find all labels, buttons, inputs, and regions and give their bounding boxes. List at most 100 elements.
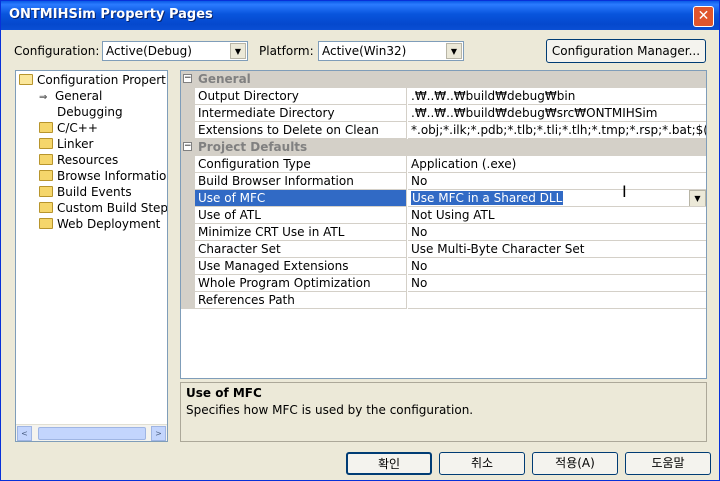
property-row[interactable]: Minimize CRT Use in ATL No [181, 224, 706, 241]
category-label: Project Defaults [195, 139, 706, 156]
description-text: Specifies how MFC is used by the configu… [186, 403, 474, 417]
apply-button[interactable]: 적용(A) [532, 452, 618, 475]
property-value[interactable]: No [408, 258, 706, 275]
ok-button[interactable]: 확인 [346, 452, 432, 475]
chevron-down-icon[interactable]: ▼ [689, 190, 706, 206]
property-name: References Path [195, 292, 407, 309]
property-row[interactable]: Build Browser Information No [181, 173, 706, 190]
folder-icon [39, 154, 53, 165]
tree-item-label: Web Deployment [57, 217, 161, 231]
property-name: Configuration Type [195, 156, 407, 173]
title-bar[interactable]: ONTMIHSim Property Pages ✕ [1, 1, 719, 30]
arrow-icon: ⇒ [39, 92, 48, 103]
description-panel: Use of MFC Specifies how MFC is used by … [180, 382, 707, 442]
close-button[interactable]: ✕ [693, 6, 714, 27]
property-grid[interactable]: − General Output Directory .₩..₩..₩build… [180, 70, 707, 379]
tree-item-label: Custom Build Step [57, 201, 168, 215]
tree-item-resources[interactable]: Resources [39, 153, 118, 169]
property-name: Use Managed Extensions [195, 258, 407, 275]
property-value[interactable]: .₩..₩..₩build₩debug₩bin [408, 88, 706, 105]
tree-item-label: Build Events [57, 185, 132, 199]
tree-item-label: Linker [57, 137, 94, 151]
tree-item-label: Browse Information [57, 169, 168, 183]
property-row[interactable]: Intermediate Directory .₩..₩..₩build₩deb… [181, 105, 706, 122]
folder-icon [39, 122, 53, 133]
property-row[interactable]: Whole Program Optimization No [181, 275, 706, 292]
collapse-icon[interactable]: − [183, 74, 192, 83]
property-name: Build Browser Information [195, 173, 407, 190]
help-button[interactable]: 도움말 [625, 452, 711, 475]
folder-icon [39, 202, 53, 213]
tree-item-debugging[interactable]: Debugging [57, 105, 123, 121]
tree-item-build-events[interactable]: Build Events [39, 185, 132, 201]
tree-item-label: Resources [57, 153, 119, 167]
category-label: General [195, 71, 706, 88]
tree-item-cpp[interactable]: C/C++ [39, 121, 98, 137]
property-value[interactable] [408, 292, 706, 309]
platform-value: Active(Win32) [322, 44, 407, 58]
chevron-down-icon[interactable]: ▼ [446, 43, 462, 59]
tree-item-linker[interactable]: Linker [39, 137, 93, 153]
tree-item-general[interactable]: ⇒ General [39, 89, 102, 105]
scroll-left-button[interactable]: < [17, 426, 32, 441]
property-row[interactable]: Output Directory .₩..₩..₩build₩debug₩bin [181, 88, 706, 105]
property-value[interactable]: *.obj;*.ilk;*.pdb;*.tlb;*.tli;*.tlh;*.tm… [408, 122, 706, 139]
chevron-down-icon[interactable]: ▼ [230, 43, 246, 59]
folder-icon [39, 170, 53, 181]
tree-horizontal-scrollbar[interactable]: < > [16, 424, 167, 441]
property-name: Whole Program Optimization [195, 275, 407, 292]
property-row-selected[interactable]: Use of MFC Use MFC in a Shared DLL ▼ [181, 190, 706, 207]
property-value[interactable]: Use Multi-Byte Character Set [408, 241, 706, 258]
category-project-defaults[interactable]: − Project Defaults [181, 139, 706, 156]
folder-open-icon [19, 74, 33, 85]
folder-icon [39, 218, 53, 229]
property-row[interactable]: Use of ATL Not Using ATL [181, 207, 706, 224]
text-cursor-icon: I [622, 182, 627, 201]
property-row[interactable]: Extensions to Delete on Clean *.obj;*.il… [181, 122, 706, 139]
property-value[interactable]: Application (.exe) [408, 156, 706, 173]
configuration-label: Configuration: [14, 44, 100, 58]
tree-root-configuration-properties[interactable]: Configuration Propertie [19, 73, 168, 89]
description-title: Use of MFC [186, 386, 262, 400]
property-name: Minimize CRT Use in ATL [195, 224, 407, 241]
property-value[interactable]: No [408, 173, 706, 190]
property-pages-window: ONTMIHSim Property Pages ✕ Configuration… [0, 0, 720, 481]
property-value[interactable]: Not Using ATL [408, 207, 706, 224]
tree-item-browse-information[interactable]: Browse Information [39, 169, 168, 185]
category-tree[interactable]: Configuration Propertie ⇒ General Debuggi… [15, 70, 168, 442]
property-value[interactable]: No [408, 275, 706, 292]
configuration-manager-button[interactable]: Configuration Manager... [546, 39, 706, 63]
platform-label: Platform: [259, 44, 314, 58]
property-name: Use of ATL [195, 207, 407, 224]
folder-icon [39, 186, 53, 197]
property-value-dropdown[interactable]: Use MFC in a Shared DLL ▼ [408, 190, 706, 207]
property-row[interactable]: References Path [181, 292, 706, 309]
property-name: Output Directory [195, 88, 407, 105]
category-general[interactable]: − General [181, 71, 706, 88]
tree-root-label: Configuration Propertie [37, 73, 168, 87]
property-row[interactable]: Use Managed Extensions No [181, 258, 706, 275]
cancel-button[interactable]: 취소 [439, 452, 525, 475]
folder-icon [39, 138, 53, 149]
tree-item-custom-build-step[interactable]: Custom Build Step [39, 201, 168, 217]
window-title: ONTMIHSim Property Pages [9, 7, 213, 22]
scroll-thumb[interactable] [38, 427, 146, 440]
property-name: Character Set [195, 241, 407, 258]
collapse-icon[interactable]: − [183, 142, 192, 151]
tree-item-web-deployment[interactable]: Web Deployment [39, 217, 160, 233]
tree-item-label: Debugging [57, 105, 123, 119]
property-row[interactable]: Configuration Type Application (.exe) [181, 156, 706, 173]
property-name: Use of MFC [195, 190, 407, 207]
property-name: Intermediate Directory [195, 105, 407, 122]
tree-item-label: General [55, 89, 103, 103]
property-name: Extensions to Delete on Clean [195, 122, 407, 139]
property-value[interactable]: No [408, 224, 706, 241]
property-value[interactable]: .₩..₩..₩build₩debug₩src₩ONTMIHSim [408, 105, 706, 122]
platform-dropdown[interactable]: Active(Win32) ▼ [318, 41, 464, 61]
tree-item-label: C/C++ [57, 121, 98, 135]
configuration-value: Active(Debug) [106, 44, 192, 58]
scroll-right-button[interactable]: > [151, 426, 166, 441]
configuration-dropdown[interactable]: Active(Debug) ▼ [102, 41, 248, 61]
property-value: Use MFC in a Shared DLL [411, 191, 564, 205]
property-row[interactable]: Character Set Use Multi-Byte Character S… [181, 241, 706, 258]
